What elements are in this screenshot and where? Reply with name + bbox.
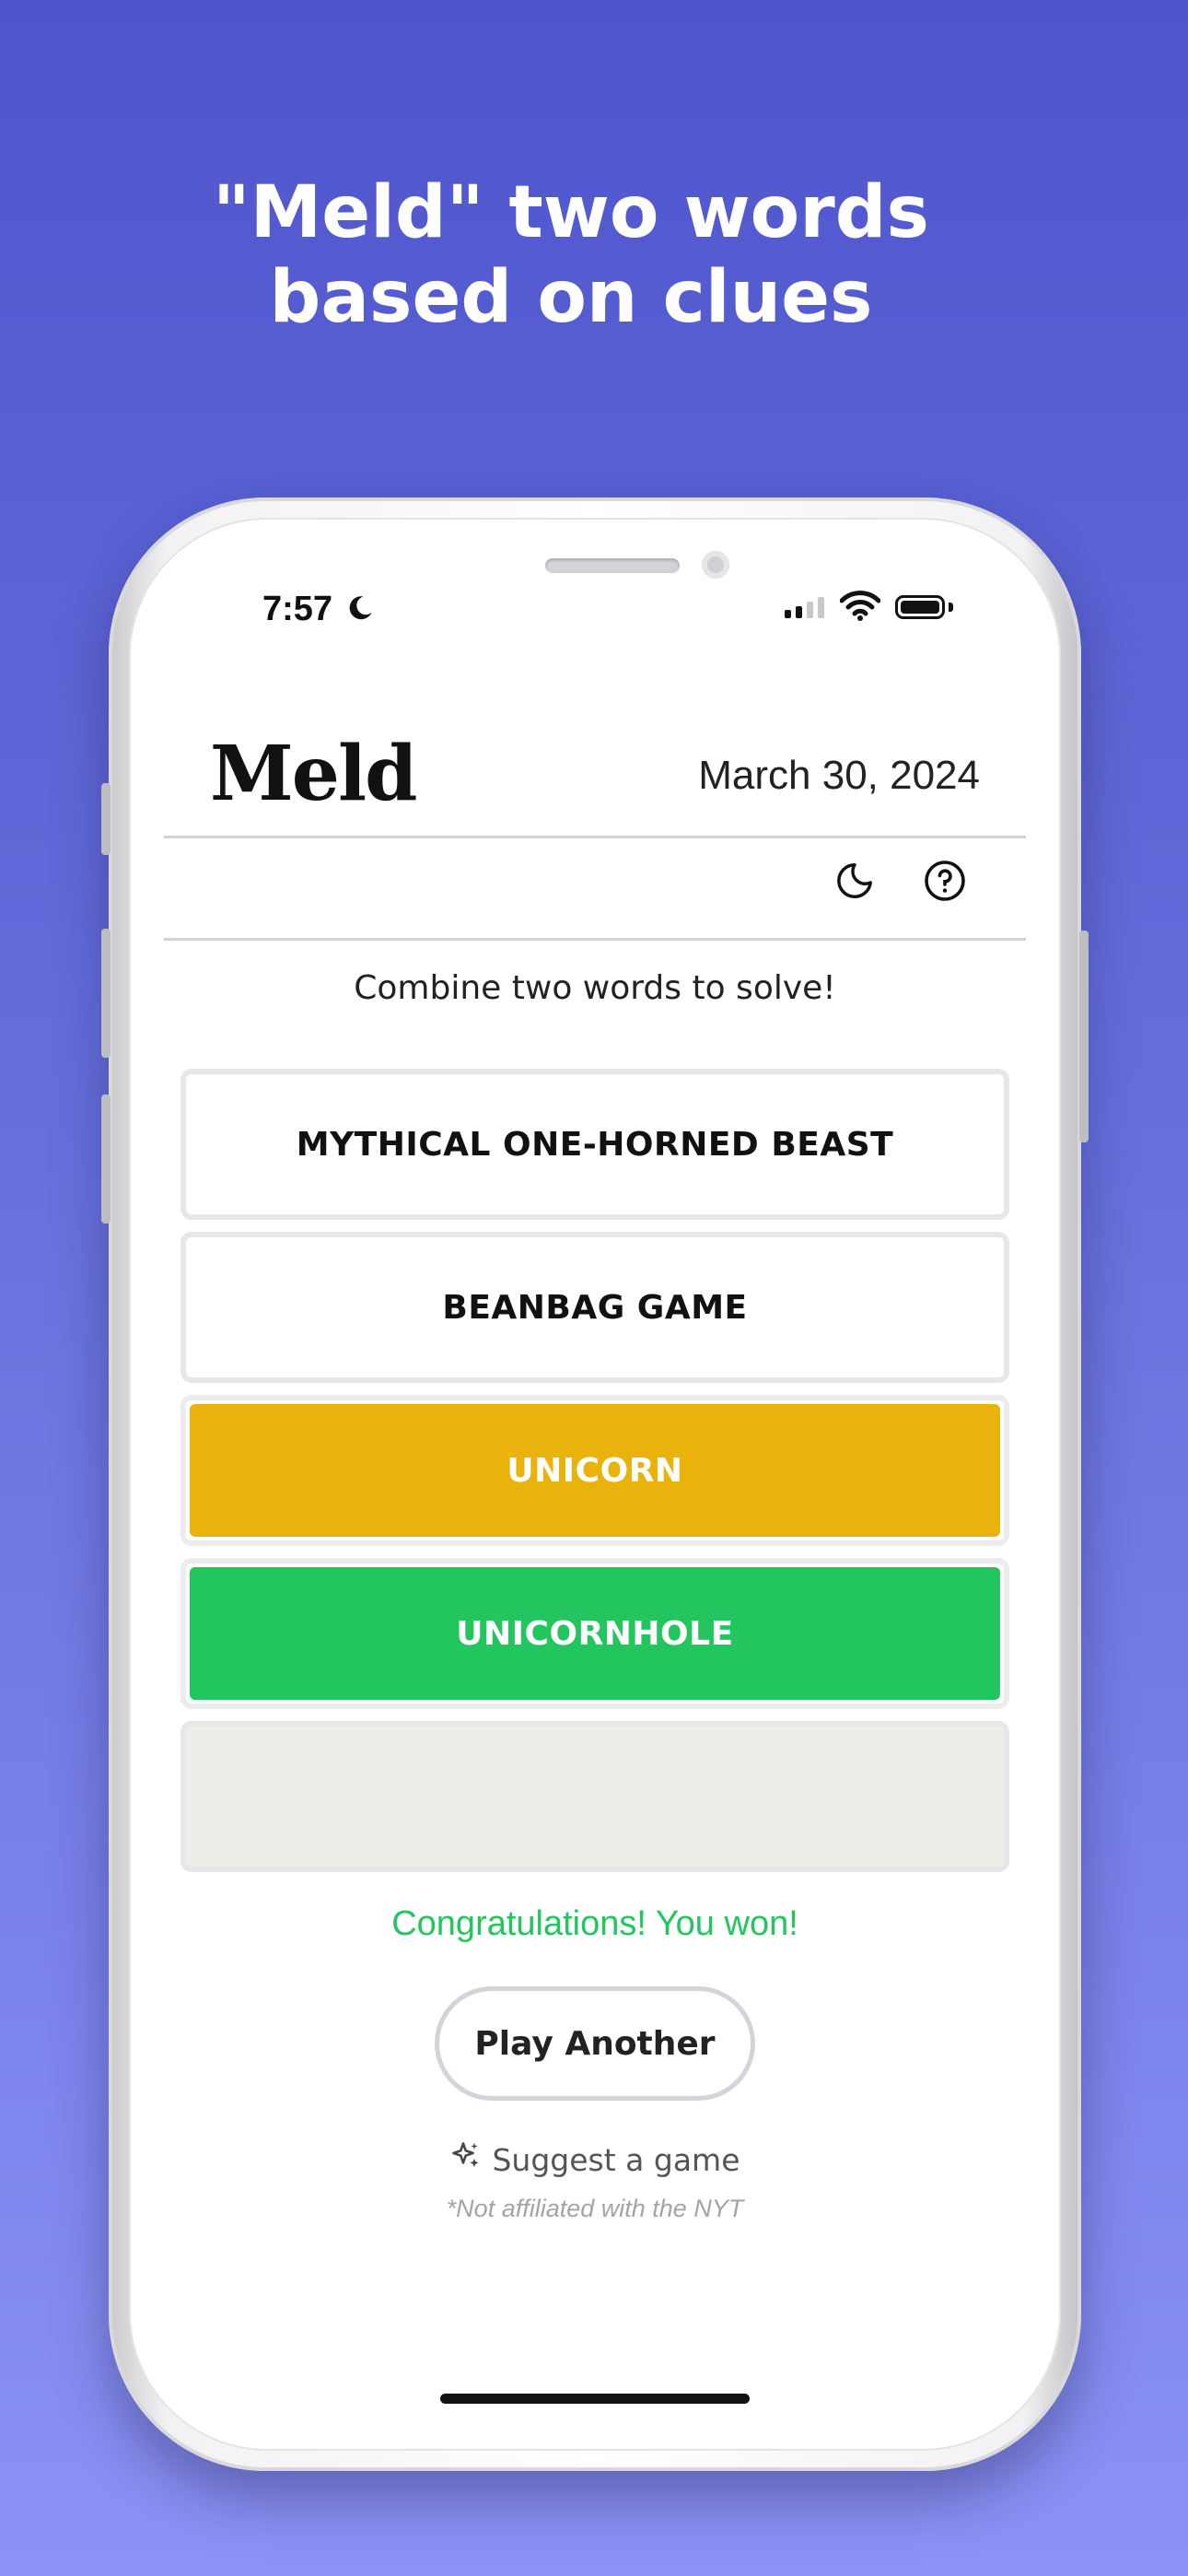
clue-tile-text: MYTHICAL ONE-HORNED BEAST [296, 1125, 894, 1164]
front-camera [702, 551, 729, 579]
phone-frame: 7:57 Meld March 30, 2024 Combine two wor… [101, 498, 1089, 2471]
win-message: Congratulations! You won! [391, 1904, 798, 1943]
volume-down-button [101, 1095, 111, 1224]
dark-mode-toggle[interactable] [831, 859, 879, 907]
header-divider [164, 836, 1026, 838]
help-circle-icon [923, 859, 967, 907]
solved-tile-text: UNICORNHOLE [190, 1567, 1000, 1700]
action-button [101, 783, 111, 855]
suggest-game-label: Suggest a game [492, 2141, 740, 2178]
battery-nub [949, 603, 953, 612]
home-indicator[interactable] [440, 2394, 750, 2404]
battery-icon [895, 595, 945, 619]
disclaimer-text: *Not affiliated with the NYT [446, 2195, 744, 2222]
clue-tile-text: BEANBAG GAME [442, 1288, 748, 1327]
promo-headline: "Meld" two words based on clues [0, 170, 1142, 340]
status-time: 7:57 [262, 590, 333, 628]
suggest-game-link[interactable]: Suggest a game [129, 2139, 1061, 2180]
toolbar-divider [164, 938, 1026, 941]
play-another-button[interactable]: Play Another [435, 1986, 755, 2101]
moon-icon [346, 593, 374, 626]
moon-icon [833, 860, 876, 906]
word-tiles: MYTHICAL ONE-HORNED BEAST BEANBAG GAME U… [181, 1069, 1009, 1884]
instruction-text: Combine two words to solve! [354, 969, 836, 1007]
headline-line-2: based on clues [269, 256, 873, 339]
cellular-signal-icon [785, 597, 824, 618]
empty-tile [181, 1721, 1009, 1872]
wifi-icon [839, 590, 881, 625]
volume-up-button [101, 929, 111, 1058]
clue-tile-2: BEANBAG GAME [181, 1232, 1009, 1383]
word-tile: UNICORN [181, 1395, 1009, 1546]
solved-tile: UNICORNHOLE [181, 1558, 1009, 1709]
app-logo: Meld [210, 730, 417, 818]
phone-screen: 7:57 Meld March 30, 2024 Combine two wor… [129, 518, 1061, 2451]
clue-tile-1: MYTHICAL ONE-HORNED BEAST [181, 1069, 1009, 1220]
word-tile-text: UNICORN [190, 1404, 1000, 1537]
help-button[interactable] [921, 859, 969, 907]
power-button [1079, 931, 1089, 1142]
sparkles-icon [449, 2139, 483, 2180]
puzzle-date: March 30, 2024 [698, 753, 980, 798]
empty-tile-fill [186, 1727, 1004, 1867]
earpiece-speaker [545, 558, 680, 573]
headline-line-1: "Meld" two words [213, 171, 929, 254]
